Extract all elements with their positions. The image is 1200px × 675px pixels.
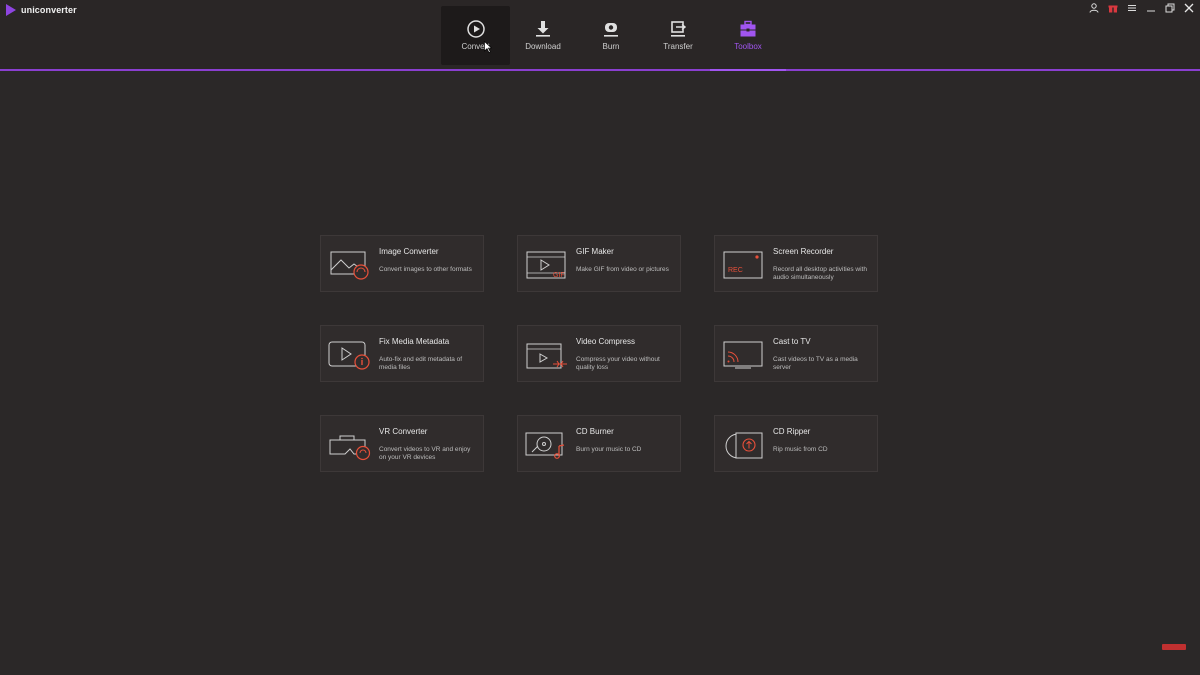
top-bar: uniconverter Convert Download Burn Trans… [0,0,1200,71]
tool-vr-converter[interactable]: VR Converter Convert videos to VR and en… [320,415,484,472]
tool-desc: Burn your music to CD [576,446,642,453]
tool-cd-ripper[interactable]: CD Ripper Rip music from CD [714,415,878,472]
tool-desc: Record all desktop activities with audio… [773,266,867,281]
tool-title: CD Ripper [773,427,811,436]
tool-title: Video Compress [576,337,635,346]
tool-gif-maker[interactable]: GIF GIF Maker Make GIF from video or pic… [517,235,681,292]
tab-toolbox[interactable]: Toolbox [710,6,786,71]
tool-screen-recorder[interactable]: REC Screen Recorder Record all desktop a… [714,235,878,292]
svg-text:REC: REC [728,267,743,274]
app-logo: uniconverter [6,4,77,16]
user-icon[interactable] [1088,2,1099,13]
tool-title: CD Burner [576,427,614,436]
tool-title: GIF Maker [576,247,614,256]
tool-desc: Compress your video without quality loss [576,356,660,371]
toolbox-icon [739,20,757,38]
tool-desc: Convert videos to VR and enjoy on your V… [379,446,471,461]
disc-icon [603,20,619,38]
toolbox-grid: Image Converter Convert images to other … [320,235,880,473]
corner-badge-icon[interactable] [1162,644,1186,650]
tab-transfer-label: Transfer [663,42,693,51]
logo-icon [6,4,16,16]
tool-image-converter[interactable]: Image Converter Convert images to other … [320,235,484,292]
cast-icon [721,338,765,372]
vr-icon [327,428,371,462]
tool-cast-to-tv[interactable]: Cast to TV Cast videos to TV as a media … [714,325,878,382]
transfer-icon [670,20,686,38]
cd-burn-icon [524,428,568,462]
tool-desc: Auto-fix and edit metadata of media file… [379,356,463,371]
app-title: uniconverter [21,5,77,15]
window-controls [1088,2,1194,13]
minimize-icon[interactable] [1145,2,1156,13]
close-icon[interactable] [1183,2,1194,13]
tool-title: Screen Recorder [773,247,834,256]
mouse-cursor-icon [484,40,493,58]
tool-title: Cast to TV [773,337,811,346]
tool-desc: Rip music from CD [773,446,828,453]
menu-icon[interactable] [1126,2,1137,13]
metadata-icon [327,338,371,372]
cd-rip-icon [721,428,765,462]
tool-video-compress[interactable]: Video Compress Compress your video witho… [517,325,681,382]
restore-icon[interactable] [1164,2,1175,13]
tool-desc: Make GIF from video or pictures [576,266,669,273]
svg-text:GIF: GIF [553,272,565,279]
play-circle-icon [466,20,486,38]
screen-record-icon: REC [721,248,765,282]
compress-icon [524,338,568,372]
tool-title: VR Converter [379,427,428,436]
tab-download-label: Download [525,42,561,51]
tool-title: Fix Media Metadata [379,337,450,346]
tool-title: Image Converter [379,247,439,256]
gift-icon[interactable] [1107,2,1118,13]
tab-toolbox-label: Toolbox [734,42,762,51]
tool-desc: Convert images to other formats [379,266,472,273]
tool-cd-burner[interactable]: CD Burner Burn your music to CD [517,415,681,472]
tab-download[interactable]: Download [510,6,576,65]
gif-icon: GIF [524,248,568,282]
tab-transfer[interactable]: Transfer [646,6,710,65]
download-icon [535,20,551,38]
tab-convert[interactable]: Convert [441,6,510,65]
tool-fix-media-metadata[interactable]: Fix Media Metadata Auto-fix and edit met… [320,325,484,382]
tool-desc: Cast videos to TV as a media server [773,356,858,371]
tab-burn[interactable]: Burn [576,6,646,65]
tab-burn-label: Burn [602,42,620,51]
image-convert-icon [327,248,371,282]
main-nav: Convert Download Burn Transfer Toolbox [441,6,786,71]
